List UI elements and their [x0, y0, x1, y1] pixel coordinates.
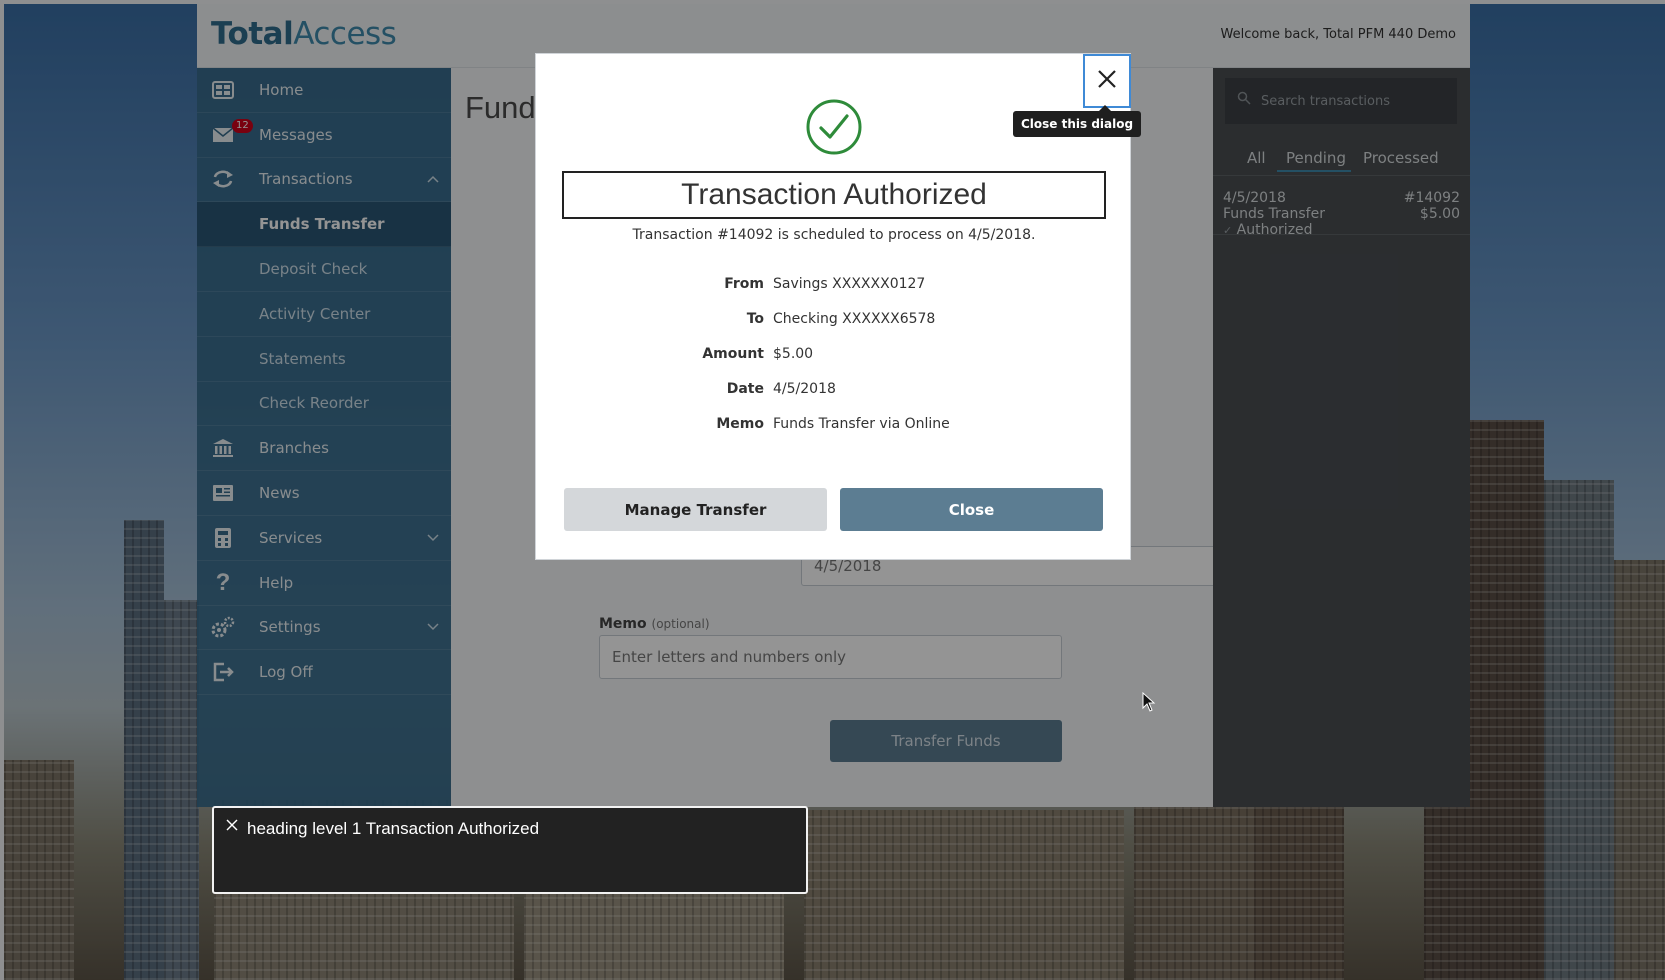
detail-date: Date 4/5/2018: [536, 381, 1132, 401]
detail-value: Funds Transfer via Online: [773, 416, 950, 432]
close-tooltip: Close this dialog: [1013, 105, 1142, 137]
close-icon: [1097, 69, 1117, 93]
dialog-close-button[interactable]: [1083, 54, 1131, 108]
detail-amount: Amount $5.00: [536, 346, 1132, 366]
close-button[interactable]: Close: [840, 488, 1103, 531]
detail-label: Amount: [702, 346, 764, 362]
close-icon[interactable]: [226, 816, 242, 832]
dialog-subtitle: Transaction #14092 is scheduled to proce…: [632, 227, 1036, 243]
detail-memo: Memo Funds Transfer via Online: [536, 416, 1132, 436]
detail-value: 4/5/2018: [773, 381, 836, 397]
detail-label: From: [724, 276, 764, 292]
detail-label: Memo: [716, 416, 764, 432]
success-check-icon: [806, 99, 862, 155]
detail-value: Checking XXXXXX6578: [773, 311, 936, 327]
detail-from: From Savings XXXXXX0127: [536, 276, 1132, 296]
transaction-authorized-dialog: Close this dialog Transaction Authorized…: [535, 53, 1142, 560]
screen-reader-caption: heading level 1 Transaction Authorized: [212, 806, 808, 894]
detail-value: $5.00: [773, 346, 814, 362]
detail-label: To: [746, 311, 764, 327]
detail-value: Savings XXXXXX0127: [773, 276, 926, 292]
detail-to: To Checking XXXXXX6578: [536, 311, 1132, 331]
detail-label: Date: [726, 381, 764, 397]
screen-reader-text: heading level 1 Transaction Authorized: [247, 819, 540, 838]
mouse-cursor-icon: [1142, 691, 1156, 712]
manage-transfer-button[interactable]: Manage Transfer: [564, 488, 827, 531]
dialog-title: Transaction Authorized: [562, 171, 1106, 219]
